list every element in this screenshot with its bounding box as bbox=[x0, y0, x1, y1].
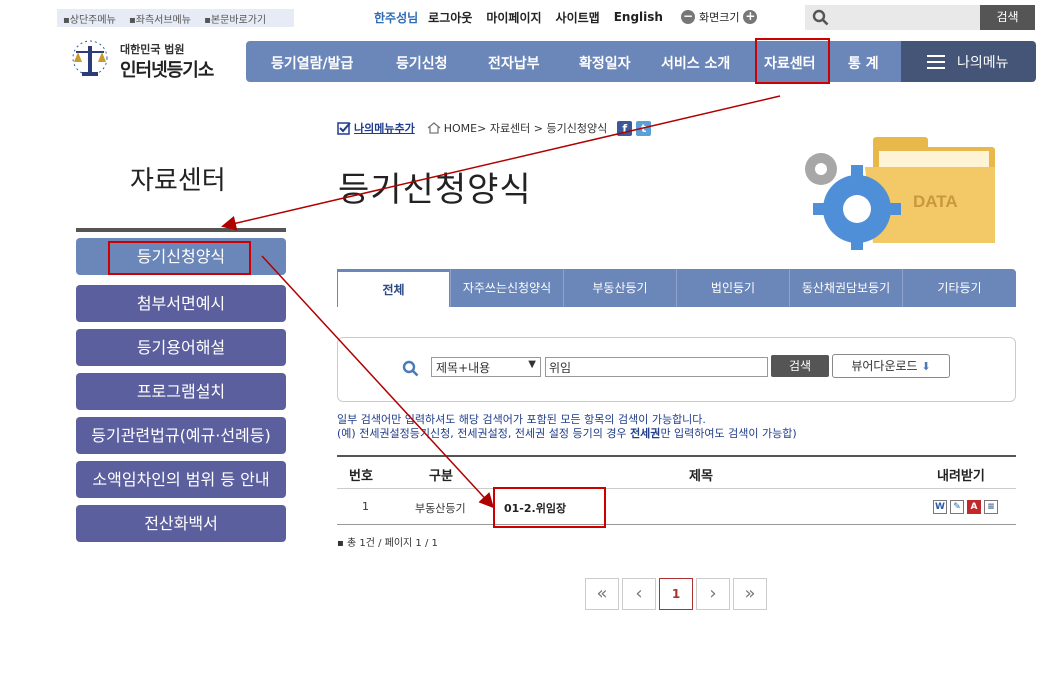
total-count: ▪ 총 1건 / 페이지 1 / 1 bbox=[337, 538, 438, 549]
hwp-file-icon[interactable]: ✎ bbox=[950, 500, 964, 514]
add-my-menu-link[interactable]: 나의메뉴추가 bbox=[354, 120, 415, 136]
left-menu-divider bbox=[76, 228, 286, 232]
page-title: 등기신청양식 bbox=[338, 170, 532, 210]
col-title: 제목 bbox=[689, 469, 713, 484]
checkbox-icon bbox=[337, 122, 351, 135]
word-file-icon[interactable]: W bbox=[933, 500, 947, 514]
page-current[interactable]: 1 bbox=[659, 578, 693, 610]
row-category: 부동산등기 bbox=[415, 502, 466, 515]
nav-item-apply[interactable]: 등기신청 bbox=[396, 53, 448, 73]
svg-text:DATA: DATA bbox=[913, 192, 958, 211]
skip-link-top[interactable]: ▪상단주메뉴 bbox=[63, 15, 121, 26]
skip-link-content[interactable]: ▪본문바로가기 bbox=[204, 15, 271, 26]
last-page-icon[interactable]: » bbox=[733, 578, 767, 610]
user-name: 한주성님 bbox=[374, 10, 419, 25]
home-icon bbox=[427, 122, 441, 134]
search-field-select[interactable]: 제목+내용 ▼ bbox=[431, 357, 541, 377]
document-file-icon[interactable]: ≡ bbox=[984, 500, 998, 514]
skip-link-left[interactable]: ▪좌측서브메뉴 bbox=[129, 15, 196, 26]
mypage-link[interactable]: 마이페이지 bbox=[486, 9, 541, 26]
court-emblem-icon bbox=[72, 40, 108, 76]
zoom-label: 화면크기 bbox=[698, 11, 740, 24]
nav-item-service[interactable]: 서비스 소개 bbox=[661, 53, 730, 73]
util-bar: 한주성님 로그아웃 마이페이지 사이트맵 English − 화면크기 + bbox=[374, 8, 761, 26]
my-menu-label: 나의메뉴 bbox=[957, 54, 1009, 71]
top-search-button[interactable]: 검색 bbox=[980, 5, 1035, 30]
tab-all[interactable]: 전체 bbox=[337, 269, 450, 307]
facebook-icon[interactable]: f bbox=[617, 120, 633, 136]
nav-highlight-box bbox=[755, 38, 830, 84]
nav-item-stats[interactable]: 통 계 bbox=[848, 53, 879, 73]
next-page-icon[interactable]: › bbox=[696, 578, 730, 610]
viewer-download-button[interactable]: 뷰어다운로드 ⬇ bbox=[832, 354, 950, 378]
left-menu-program-install[interactable]: 프로그램설치 bbox=[76, 373, 286, 410]
zoom-control: − 화면크기 + bbox=[677, 9, 761, 25]
tab-real-estate[interactable]: 부동산등기 bbox=[563, 269, 676, 307]
title-highlight-box bbox=[493, 487, 606, 528]
zoom-out-icon[interactable]: − bbox=[680, 10, 695, 24]
table-header: 번호 구분 제목 내려받기 bbox=[337, 455, 1016, 489]
my-menu-button[interactable]: 나의메뉴 bbox=[901, 41, 1036, 82]
table-row: 1 부동산등기 01-2.위임장 W ✎ A ≡ bbox=[337, 489, 1016, 525]
logo-line1: 대한민국 법원 bbox=[120, 43, 185, 56]
search-keyword-input[interactable]: 위임 bbox=[545, 357, 768, 377]
tab-corporate[interactable]: 법인등기 bbox=[676, 269, 789, 307]
search-icon bbox=[402, 360, 419, 377]
col-download: 내려받기 bbox=[937, 469, 985, 484]
nav-item-view-issue[interactable]: 등기열람/발급 bbox=[271, 53, 353, 73]
left-menu-whitepaper[interactable]: 전산화백서 bbox=[76, 505, 286, 542]
left-title: 자료센터 bbox=[130, 166, 226, 196]
logout-link[interactable]: 로그아웃 bbox=[428, 9, 472, 26]
download-icon: ⬇ bbox=[921, 360, 931, 373]
left-menu-regulations[interactable]: 등기관련법규(예규·선례등) bbox=[76, 417, 286, 454]
english-link[interactable]: English bbox=[614, 10, 663, 24]
left-menu-attachment-examples[interactable]: 첨부서면예시 bbox=[76, 285, 286, 322]
col-category: 구분 bbox=[429, 469, 453, 484]
pdf-file-icon[interactable]: A bbox=[967, 500, 981, 514]
hamburger-icon bbox=[927, 54, 945, 69]
logo-line2: 인터넷등기소 bbox=[120, 60, 214, 81]
nav-item-fixed-date[interactable]: 확정일자 bbox=[579, 53, 631, 73]
col-no: 번호 bbox=[349, 469, 373, 484]
left-menu-glossary[interactable]: 등기용어해설 bbox=[76, 329, 286, 366]
nav-item-payment[interactable]: 전자납부 bbox=[488, 53, 540, 73]
tab-frequent[interactable]: 자주쓰는신청양식 bbox=[450, 269, 563, 307]
search-button[interactable]: 검색 bbox=[771, 355, 829, 377]
search-icon bbox=[812, 9, 829, 26]
first-page-icon[interactable]: « bbox=[585, 578, 619, 610]
top-search-input[interactable] bbox=[805, 5, 980, 30]
left-menu-tenant-guide[interactable]: 소액임차인의 범위 등 안내 bbox=[76, 461, 286, 498]
breadcrumb: 나의메뉴추가 HOME> 자료센터 > 등기신청양식 f t bbox=[337, 120, 652, 136]
zoom-in-icon[interactable]: + bbox=[743, 10, 758, 24]
row-no: 1 bbox=[362, 500, 369, 513]
prev-page-icon[interactable]: ‹ bbox=[622, 578, 656, 610]
skip-links: ▪상단주메뉴 ▪좌측서브메뉴 ▪본문바로가기 bbox=[57, 9, 294, 27]
twitter-icon[interactable]: t bbox=[636, 120, 652, 136]
chevron-down-icon: ▼ bbox=[528, 359, 536, 370]
search-help-text: 일부 검색어만 입력하셔도 해당 검색어가 포함된 모든 항목의 검색이 가능합… bbox=[337, 413, 797, 440]
tab-movable-assets[interactable]: 동산채권담보등기 bbox=[789, 269, 902, 307]
category-tabs: 전체 자주쓰는신청양식 부동산등기 법인등기 동산채권담보등기 기타등기 bbox=[337, 269, 1016, 307]
data-folder-illustration: DATA bbox=[805, 137, 995, 250]
sitemap-link[interactable]: 사이트맵 bbox=[556, 9, 600, 26]
left-menu-highlight-box bbox=[108, 241, 251, 275]
site-logo[interactable]: 대한민국 법원 인터넷등기소 bbox=[62, 34, 242, 84]
breadcrumb-path: HOME> 자료센터 > 등기신청양식 bbox=[443, 122, 608, 135]
tab-others[interactable]: 기타등기 bbox=[902, 269, 1016, 307]
